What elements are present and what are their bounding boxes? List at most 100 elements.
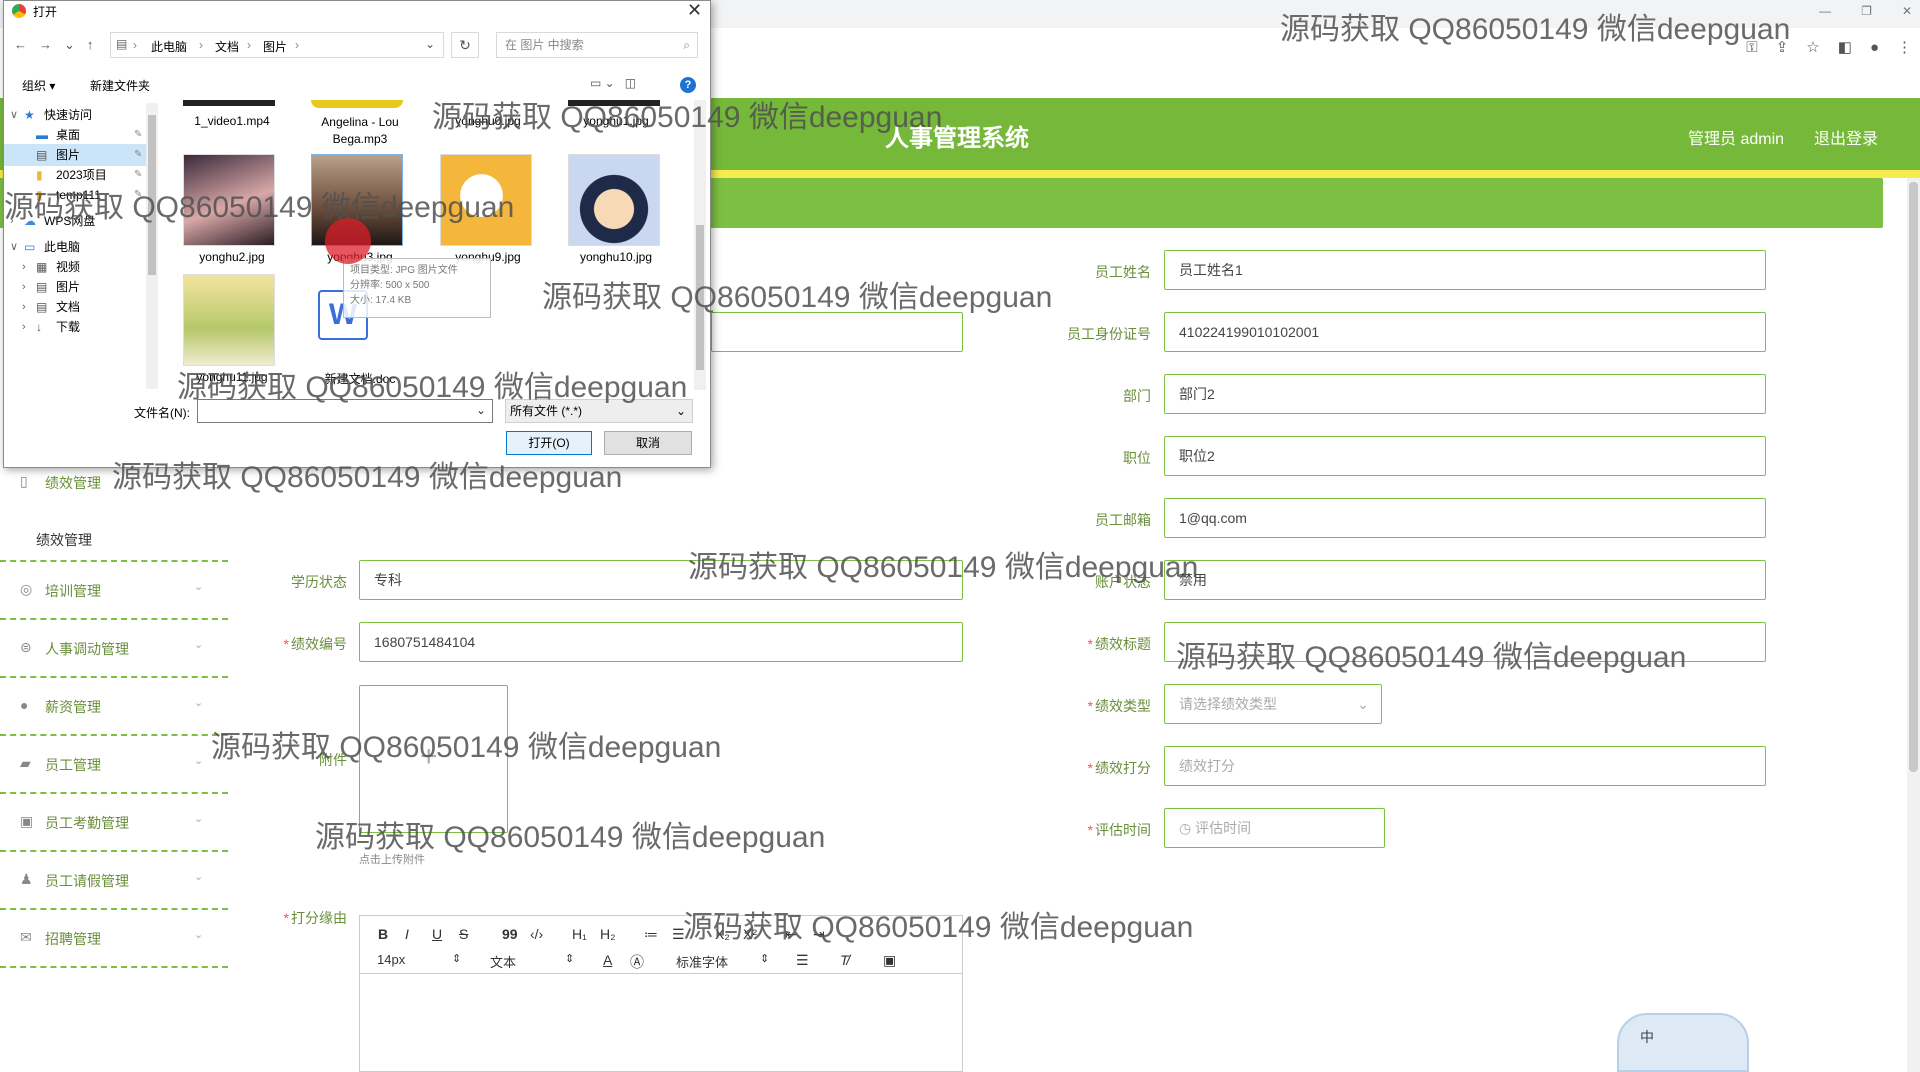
align-button[interactable]: ☰ [796, 952, 809, 969]
minimize-button[interactable]: — [1819, 4, 1831, 18]
expander-icon[interactable]: › [22, 256, 26, 278]
chevron-down-icon: ⌄ [194, 813, 204, 825]
tree-item[interactable]: › ▤ 图片 [4, 276, 149, 298]
sidebar-item-employees[interactable]: ▰ 员工管理 ⌄ [0, 736, 228, 794]
eval-time-field[interactable]: ◷ 评估时间 [1164, 808, 1385, 848]
organize-button[interactable]: 组织 ▾ [22, 77, 55, 94]
file-item[interactable]: yonghu10.jpg [560, 250, 672, 264]
perf-no-label: * 绩效编号 [283, 636, 347, 652]
highlight-button[interactable]: Ⓐ [630, 952, 644, 972]
view-mode-icon[interactable]: ▭ ⌄ [590, 76, 615, 90]
chevron-down-icon: ⌄ [194, 639, 204, 651]
expander-icon[interactable]: ∨ [10, 236, 18, 258]
label-text: 员工姓名 [1095, 264, 1151, 280]
score-field[interactable]: 绩效打分 [1164, 746, 1766, 786]
new-folder-button[interactable]: 新建文件夹 [90, 77, 150, 94]
restore-button[interactable]: ❐ [1861, 4, 1872, 18]
file-item[interactable]: yonghu2.jpg [176, 250, 288, 264]
tree-item[interactable]: ▬ 桌面 ✎ [4, 124, 149, 146]
logout-link[interactable]: 退出登录 [1814, 125, 1878, 149]
id-card-field[interactable]: 410224199010102001 [1164, 312, 1766, 352]
italic-button[interactable]: I [405, 926, 409, 942]
back-icon[interactable]: ← [14, 37, 27, 52]
up-icon[interactable]: ↑ [87, 37, 94, 52]
sidebar-icon[interactable]: ◧ [1838, 38, 1852, 56]
refresh-button[interactable]: ↻ [451, 32, 479, 58]
watermark: 源码获取 QQ86050149 微信deepguan [4, 191, 515, 224]
employee-name-field[interactable]: 员工姓名1 [1164, 250, 1766, 290]
dept-field[interactable]: 部门2 [1164, 374, 1766, 414]
help-button[interactable]: ? [680, 77, 696, 93]
preview-pane-icon[interactable]: ◫ [625, 76, 636, 90]
eval-time-label: * 评估时间 [1087, 822, 1151, 838]
money-icon: ● [20, 697, 29, 713]
path-this-pc[interactable]: 此电脑 [151, 38, 187, 55]
file-item[interactable]: 1_video1.mp4 [176, 114, 288, 128]
tree-item[interactable]: ▤ 图片 ✎ [4, 144, 149, 166]
sidebar-item-attendance[interactable]: ▣ 员工考勤管理 ⌄ [0, 794, 228, 852]
dialog-title: 打开 [33, 5, 58, 19]
image-icon[interactable]: ▣ [883, 952, 896, 969]
page-scrollbar-thumb[interactable] [1909, 182, 1918, 772]
font-color-button[interactable]: A [603, 952, 612, 968]
star-icon[interactable]: ☆ [1806, 38, 1819, 56]
mail-icon: ✉ [20, 929, 32, 945]
h1-button[interactable]: H₁ [572, 926, 587, 942]
perf-no-field[interactable]: 1680751484104 [359, 622, 963, 662]
ime-widget[interactable] [1617, 1013, 1749, 1072]
dialog-close-button[interactable]: ✕ [687, 0, 702, 21]
email-field[interactable]: 1@qq.com [1164, 498, 1766, 538]
partial-field[interactable] [711, 312, 963, 352]
perf-type-select[interactable]: 请选择绩效类型 ⌄ [1164, 684, 1382, 724]
sidebar-item-training[interactable]: ◎ 培训管理 ⌄ [0, 562, 228, 620]
sidebar-item-label: 招聘管理 [45, 931, 101, 947]
download-icon: ↓ [36, 320, 42, 334]
label-text: 部门 [1123, 388, 1151, 404]
education-label: 学历状态 [207, 572, 347, 592]
font-family-select[interactable]: 标准字体 [676, 952, 728, 971]
file-item[interactable]: Angelina - Lou Bega.mp3 [304, 114, 416, 148]
code-button[interactable]: ‹/› [530, 926, 543, 942]
tree-item[interactable]: › ▦ 视频 [4, 256, 149, 278]
expander-icon[interactable]: › [22, 276, 26, 298]
underline-button[interactable]: U [432, 926, 442, 942]
position-field[interactable]: 职位2 [1164, 436, 1766, 476]
ime-mode-label: 中 [1640, 1029, 1654, 1045]
window-close-button[interactable]: ✕ [1902, 4, 1912, 18]
sidebar-subitem-performance[interactable] [0, 504, 228, 562]
admin-label: 管理员 admin [1688, 131, 1785, 148]
recent-dropdown-icon[interactable]: ⌄ [64, 37, 75, 52]
ordered-list-button[interactable]: ≔ [644, 926, 658, 943]
watermark: 源码获取 QQ86050149 微信deepguan [315, 821, 826, 854]
sidebar-item-recruit[interactable]: ✉ 招聘管理 ⌄ [0, 910, 228, 968]
forward-icon[interactable]: → [39, 37, 52, 52]
chevron-down-icon[interactable]: ⌄ [425, 37, 435, 51]
expander-icon[interactable]: › [22, 316, 26, 338]
path-documents[interactable]: 文档 [215, 38, 239, 55]
path-pictures[interactable]: 图片 [263, 38, 287, 55]
tree-item[interactable]: ∨ ▭ 此电脑 [4, 236, 149, 258]
account-field[interactable]: 禁用 [1164, 560, 1766, 600]
tree-item[interactable]: ∨ ★ 快速访问 [4, 104, 149, 126]
strike-button[interactable]: S [459, 926, 468, 942]
bold-button[interactable]: B [378, 926, 388, 942]
sidebar-item-transfer[interactable]: ⊜ 人事调动管理 ⌄ [0, 620, 228, 678]
menu-icon[interactable]: ⋮ [1897, 38, 1912, 56]
address-bar[interactable]: ▤ › 此电脑 › 文档 › 图片 › ⌄ [110, 32, 444, 58]
profile-icon[interactable]: ● [1870, 39, 1879, 56]
h2-button[interactable]: H₂ [600, 926, 616, 942]
expander-icon[interactable]: ∨ [10, 104, 18, 126]
expander-icon[interactable]: › [22, 296, 26, 318]
sidebar-subitem-label[interactable]: 绩效管理 [36, 530, 92, 550]
label-text: 绩效编号 [291, 636, 347, 652]
sidebar-item-salary[interactable]: ● 薪资管理 ⌄ [0, 678, 228, 736]
quote-button[interactable]: 99 [502, 926, 518, 942]
watermark: 源码获取 QQ86050149 微信deepguan [542, 281, 1053, 314]
search-input[interactable]: 在 图片 中搜索 ⌕ [496, 32, 698, 58]
tree-item[interactable]: › ↓ 下载 [4, 316, 149, 338]
font-size-select[interactable]: 14px [377, 952, 405, 967]
sidebar-item-leave[interactable]: ♟ 员工请假管理 ⌄ [0, 852, 228, 910]
clear-format-button[interactable]: T̸ [840, 952, 849, 968]
tree-item[interactable]: › ▤ 文档 [4, 296, 149, 318]
block-type-select[interactable]: 文本 [490, 952, 516, 971]
